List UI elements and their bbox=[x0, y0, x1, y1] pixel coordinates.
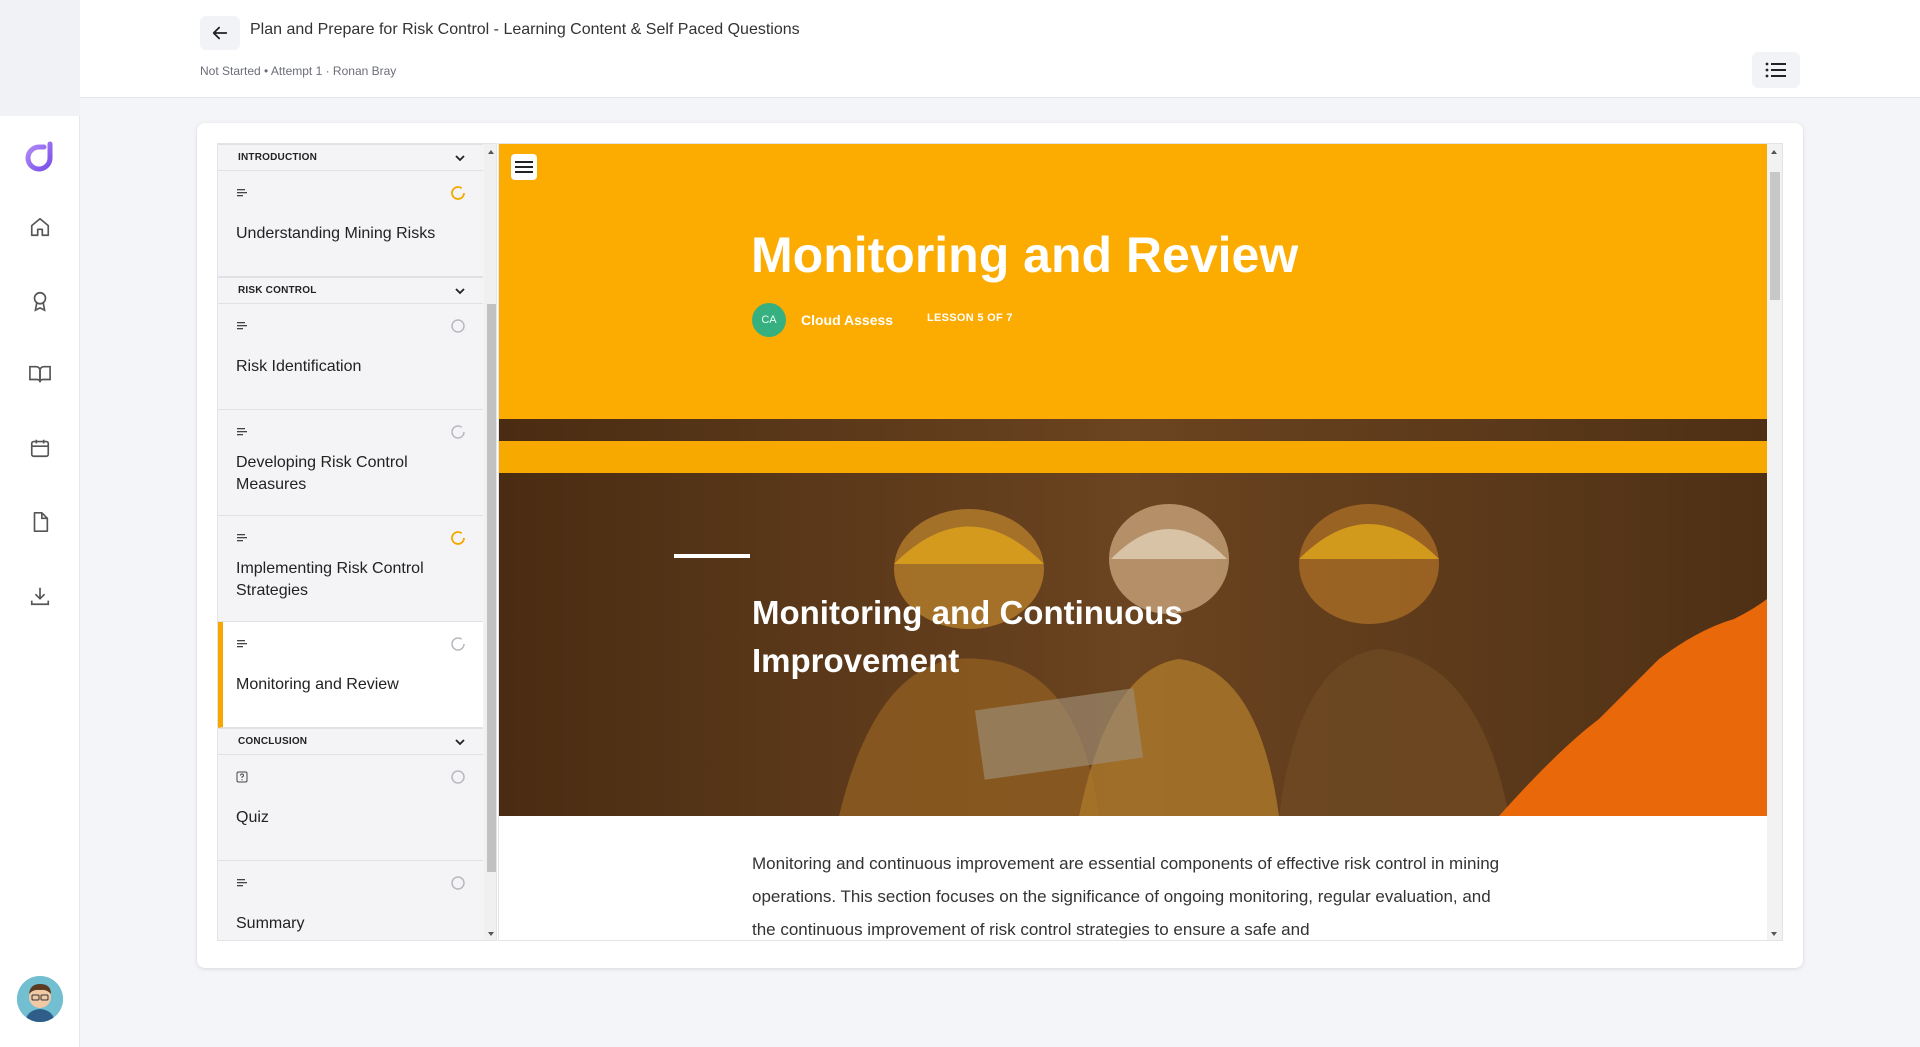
lesson-name: Monitoring and Review bbox=[236, 676, 399, 693]
lesson-item-summary[interactable]: Summary bbox=[218, 861, 483, 940]
section-header-introduction[interactable]: INTRODUCTION bbox=[218, 144, 483, 171]
lesson-name: Developing Risk Control Measures bbox=[236, 454, 408, 493]
lesson-item-monitoring-and-review[interactable]: Monitoring and Review bbox=[218, 622, 483, 728]
page-header: Plan and Prepare for Risk Control - Lear… bbox=[80, 0, 1920, 98]
heading-accent-line bbox=[674, 554, 750, 558]
section-header-risk-control[interactable]: RISK CONTROL bbox=[218, 277, 483, 304]
section-header-conclusion[interactable]: CONCLUSION bbox=[218, 728, 483, 755]
document-icon[interactable] bbox=[26, 508, 54, 536]
lesson-item-developing-risk-control-measures[interactable]: Developing Risk Control Measures bbox=[218, 410, 483, 516]
text-lesson-icon bbox=[237, 640, 247, 648]
author-avatar: CA bbox=[752, 303, 786, 337]
lesson-hero: Monitoring and Review CA Cloud Assess LE… bbox=[499, 144, 1767, 419]
chevron-down-icon bbox=[455, 287, 465, 294]
text-lesson-icon bbox=[237, 428, 247, 436]
author-name: Cloud Assess bbox=[801, 312, 894, 328]
not-started-status-icon bbox=[451, 770, 465, 784]
attempt-status: Not Started • Attempt 1 · Ronan Bray bbox=[200, 64, 397, 78]
back-button[interactable] bbox=[200, 16, 240, 50]
arrow-left-icon bbox=[212, 26, 228, 40]
lesson-body-text: Monitoring and continuous improvement ar… bbox=[752, 854, 1500, 939]
page-title: Plan and Prepare for Risk Control - Lear… bbox=[250, 21, 800, 38]
lesson-banner-image: Monitoring and Continuous Improvement bbox=[499, 419, 1767, 816]
scroll-down-arrow-icon[interactable] bbox=[1771, 932, 1777, 936]
sidebar-scrollbar-thumb[interactable] bbox=[487, 304, 496, 872]
content-scrollbar[interactable] bbox=[1767, 144, 1782, 940]
lesson-title: Monitoring and Review bbox=[751, 227, 1299, 283]
lesson-item-implementing-risk-control-strategies[interactable]: Implementing Risk Control Strategies bbox=[218, 516, 483, 622]
lesson-name: Summary bbox=[236, 915, 305, 932]
content-scrollbar-thumb[interactable] bbox=[1770, 172, 1780, 300]
text-lesson-icon bbox=[237, 534, 247, 542]
lesson-item-understanding-mining-risks[interactable]: Understanding Mining Risks bbox=[218, 171, 483, 277]
brand-logo-icon[interactable] bbox=[22, 138, 58, 174]
lesson-item-quiz[interactable]: Quiz bbox=[218, 755, 483, 861]
lesson-sidebar: INTRODUCTION Understanding Mining Risks … bbox=[217, 143, 497, 941]
not-started-status-icon bbox=[451, 876, 465, 890]
banner-accent-strip bbox=[499, 441, 1767, 473]
quiz-icon bbox=[236, 771, 248, 783]
scroll-up-arrow-icon[interactable] bbox=[488, 150, 494, 154]
scroll-up-arrow-icon[interactable] bbox=[1771, 150, 1777, 154]
text-lesson-icon bbox=[237, 879, 247, 887]
lesson-item-risk-identification[interactable]: Risk Identification bbox=[218, 304, 483, 410]
sidebar-scrollbar[interactable] bbox=[484, 144, 496, 940]
lesson-name: Implementing Risk Control Strategies bbox=[236, 560, 424, 599]
not-started-status-icon bbox=[451, 319, 465, 333]
in-progress-status-icon bbox=[451, 531, 465, 545]
lesson-content: Monitoring and Review CA Cloud Assess LE… bbox=[498, 143, 1783, 941]
lesson-name: Understanding Mining Risks bbox=[236, 225, 436, 242]
user-avatar[interactable] bbox=[17, 976, 63, 1022]
table-of-contents-button[interactable] bbox=[1752, 52, 1800, 88]
in-progress-status-icon bbox=[451, 186, 465, 200]
app-rail bbox=[0, 0, 80, 1047]
section-heading: Monitoring and Continuous Improvement bbox=[752, 594, 1183, 679]
calendar-icon[interactable] bbox=[26, 434, 54, 462]
not-started-status-icon bbox=[451, 425, 465, 439]
lesson-name: Risk Identification bbox=[236, 358, 362, 375]
section-label: RISK CONTROL bbox=[238, 285, 317, 296]
chevron-down-icon bbox=[455, 738, 465, 745]
download-icon[interactable] bbox=[26, 582, 54, 610]
lesson-progress-count: LESSON 5 OF 7 bbox=[927, 312, 1013, 324]
text-lesson-icon bbox=[237, 189, 247, 197]
award-icon[interactable] bbox=[26, 287, 54, 315]
not-started-status-icon bbox=[451, 637, 465, 651]
rail-top bbox=[0, 0, 80, 116]
lesson-name: Quiz bbox=[236, 809, 269, 826]
home-icon[interactable] bbox=[26, 213, 54, 241]
lesson-menu-button[interactable] bbox=[511, 154, 537, 180]
hamburger-icon bbox=[515, 161, 533, 173]
lesson-list: INTRODUCTION Understanding Mining Risks … bbox=[218, 144, 483, 940]
chevron-down-icon bbox=[455, 154, 465, 161]
scroll-down-arrow-icon[interactable] bbox=[488, 932, 494, 936]
list-icon bbox=[1765, 62, 1786, 78]
text-lesson-icon bbox=[237, 322, 247, 330]
book-icon[interactable] bbox=[26, 360, 54, 388]
section-label: CONCLUSION bbox=[238, 736, 308, 747]
section-label: INTRODUCTION bbox=[238, 152, 318, 163]
